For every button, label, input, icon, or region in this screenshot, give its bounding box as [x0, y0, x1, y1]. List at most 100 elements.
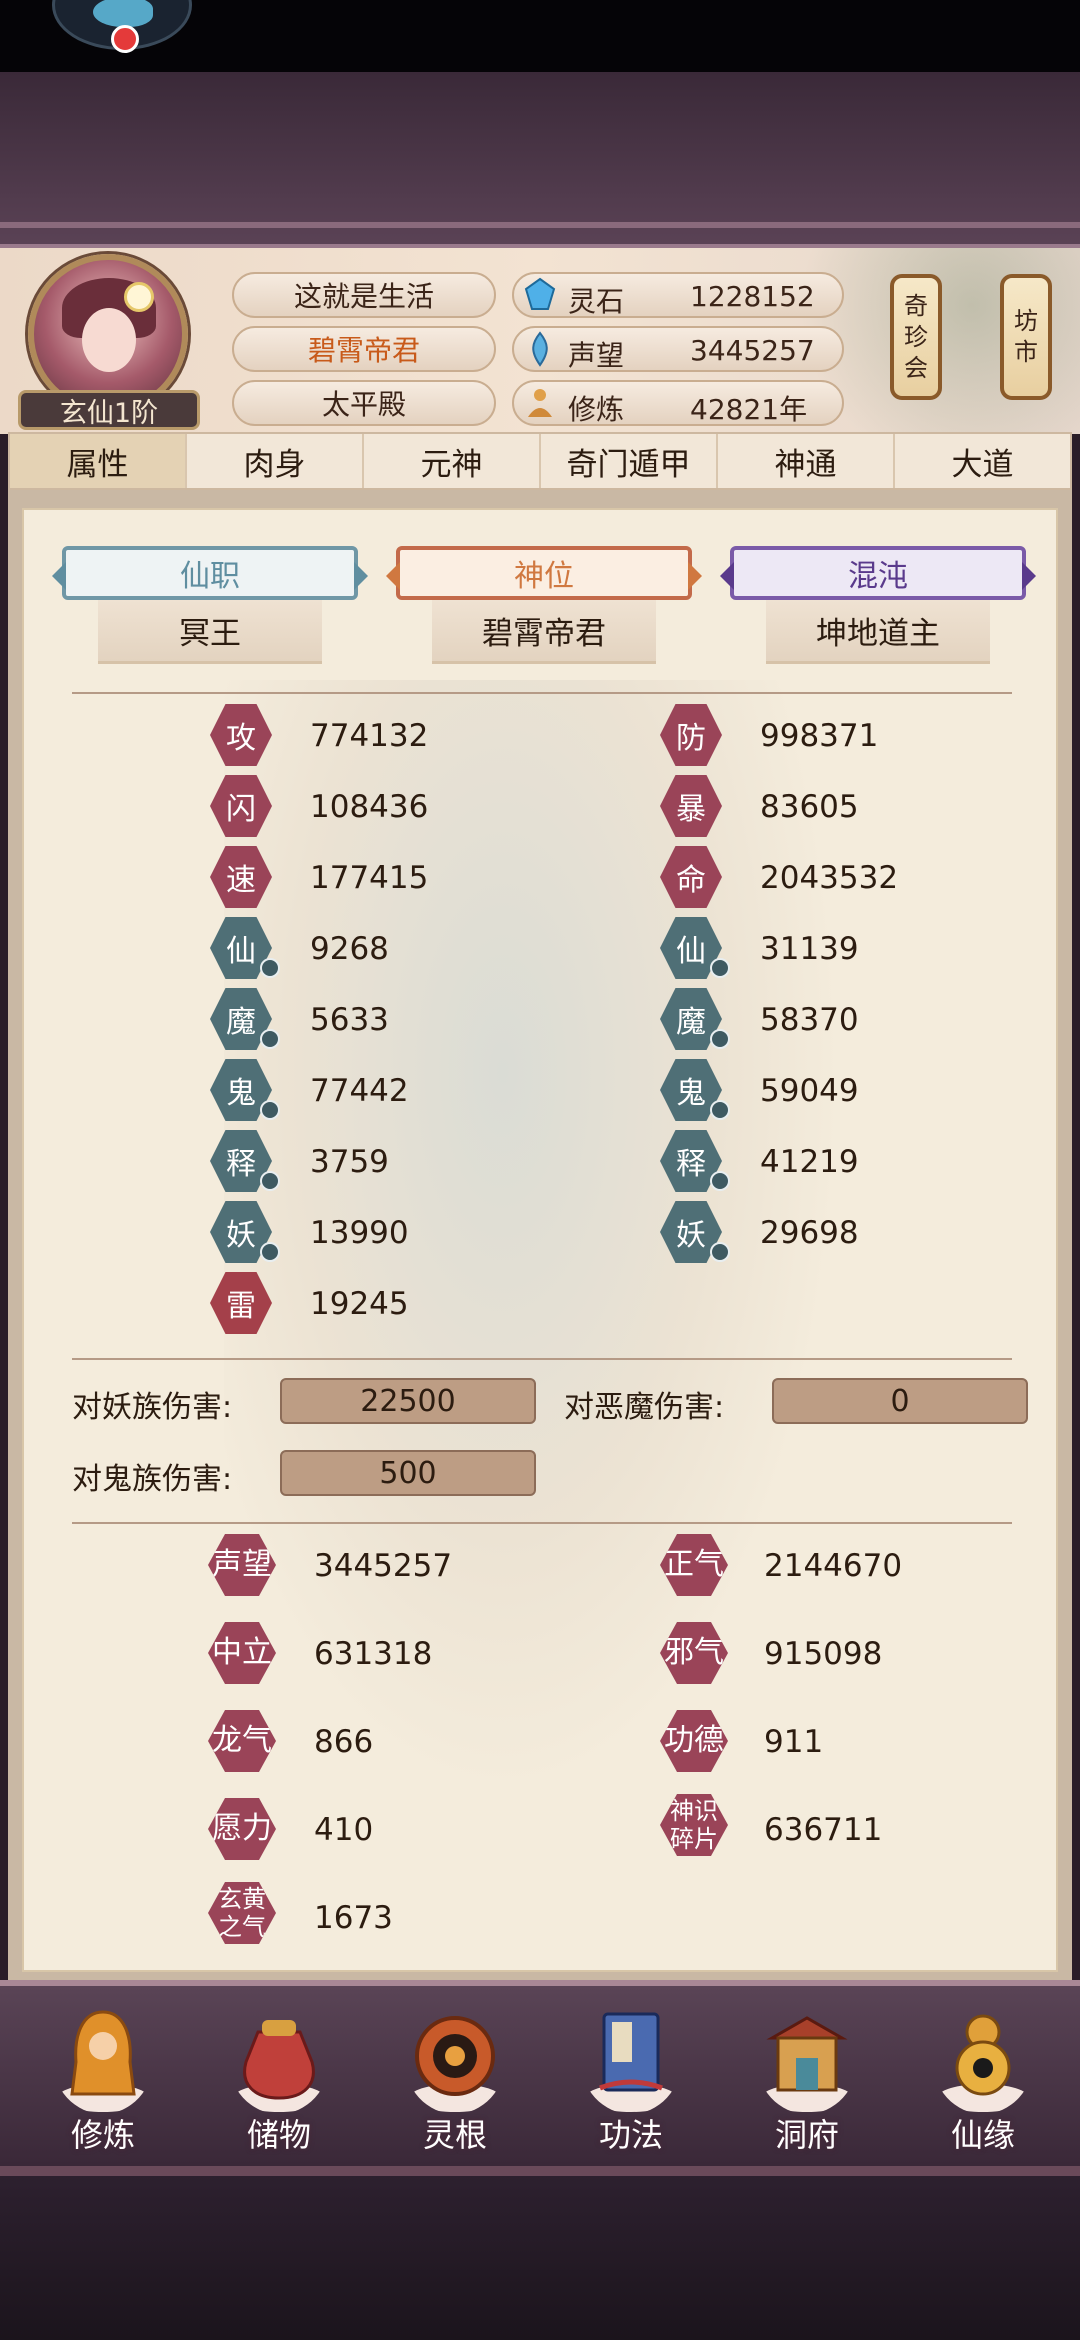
- stat-value: 2043532: [760, 860, 899, 896]
- side-button-char: 珍: [904, 322, 928, 351]
- nav-skills[interactable]: 功法: [566, 1996, 696, 2164]
- title-immortal-post[interactable]: 仙职 冥王: [52, 546, 368, 664]
- stat-value: 9268: [310, 931, 389, 967]
- shield-icon[interactable]: [710, 958, 730, 978]
- divider: [72, 692, 1012, 694]
- damage-label: 对妖族伤害:: [72, 1390, 233, 1425]
- nav-cultivate[interactable]: 修炼: [38, 1996, 168, 2164]
- nav-label: 洞府: [774, 2116, 839, 2154]
- stat-value: 41219: [760, 1144, 859, 1180]
- divider: [72, 1522, 1012, 1524]
- damage-value-box: 22500: [280, 1378, 536, 1424]
- stat-value: 59049: [760, 1073, 859, 1109]
- fish-icon: [93, 0, 153, 27]
- stat-value: 5633: [310, 1002, 389, 1038]
- title-banner: 仙职: [52, 546, 368, 600]
- misc-icon-line: 之气: [218, 1913, 266, 1941]
- divider: [72, 1358, 1012, 1360]
- stat-value: 58370: [760, 1002, 859, 1038]
- tab-body[interactable]: 肉身: [187, 434, 364, 488]
- stat-value: 3759: [310, 1144, 389, 1180]
- resource-cultivation: 修炼 42821年: [512, 380, 844, 426]
- stat-value: 774132: [310, 718, 429, 754]
- tab-qimen[interactable]: 奇门遁甲: [541, 434, 718, 488]
- title-divine-rank[interactable]: 神位 碧霄帝君: [386, 546, 702, 664]
- misc-value: 410: [314, 1812, 374, 1848]
- nav-storage[interactable]: 储物: [214, 1996, 344, 2164]
- stat-value: 108436: [310, 789, 429, 825]
- player-title: 碧霄帝君: [232, 326, 496, 372]
- misc-value: 911: [764, 1724, 824, 1760]
- book-icon: [585, 2012, 677, 2112]
- nav-label: 功法: [598, 2116, 663, 2154]
- attributes-panel: 仙职 冥王 神位 碧霄帝君 混沌 坤地道主 攻 774132 闪 108436 …: [8, 490, 1072, 1980]
- rank-badge: 玄仙1阶: [18, 390, 200, 430]
- shield-icon[interactable]: [710, 1171, 730, 1191]
- misc-value: 2144670: [764, 1548, 903, 1584]
- cave-icon: [761, 2016, 853, 2112]
- damage-label: 对鬼族伤害:: [72, 1462, 233, 1497]
- bag-icon: [233, 2020, 325, 2112]
- nav-label: 灵根: [422, 2116, 487, 2154]
- tab-attributes[interactable]: 属性: [10, 434, 187, 488]
- title-chaos[interactable]: 混沌 坤地道主: [720, 546, 1036, 664]
- misc-value: 866: [314, 1724, 374, 1760]
- gourd-icon: [937, 2014, 1029, 2112]
- nav-fate[interactable]: 仙缘: [918, 1996, 1048, 2164]
- resource-value: 42821年: [690, 393, 808, 426]
- stat-value: 31139: [760, 931, 859, 967]
- shield-icon[interactable]: [710, 1100, 730, 1120]
- shield-icon[interactable]: [710, 1029, 730, 1049]
- stat-value: 19245: [310, 1286, 409, 1322]
- floating-logo-icon[interactable]: [52, 0, 192, 53]
- market-button[interactable]: 坊 市: [1000, 274, 1052, 400]
- side-button-char: 会: [904, 353, 928, 382]
- misc-icon-line: 玄黄: [218, 1885, 266, 1913]
- nav-label: 储物: [246, 2116, 311, 2154]
- cultivation-icon: [528, 389, 552, 417]
- misc-value: 915098: [764, 1636, 883, 1672]
- title-banner: 神位: [386, 546, 702, 600]
- info-icon[interactable]: [260, 1171, 280, 1191]
- misc-icon-xuanhuang-qi: 玄黄 之气: [208, 1882, 276, 1944]
- info-icon[interactable]: [260, 1100, 280, 1120]
- resource-label: 声望: [568, 339, 625, 372]
- nav-spirit-root[interactable]: 灵根: [390, 1996, 520, 2164]
- bottom-decoration: [0, 2166, 1080, 2340]
- info-icon[interactable]: [260, 1242, 280, 1262]
- stat-value: 83605: [760, 789, 859, 825]
- tab-dao[interactable]: 大道: [895, 434, 1070, 488]
- title-value: 碧霄帝君: [432, 600, 656, 664]
- misc-icon-wish-power: 愿力: [208, 1798, 276, 1860]
- record-dot-icon: [111, 25, 139, 53]
- upper-decoration: [0, 72, 1080, 244]
- top-bar: [0, 0, 1080, 72]
- tab-powers[interactable]: 神通: [718, 434, 895, 488]
- spirit-stone-icon: [524, 277, 556, 310]
- player-name: 这就是生活: [232, 272, 496, 318]
- misc-value: 631318: [314, 1636, 433, 1672]
- misc-icon-line: 碎片: [670, 1825, 718, 1853]
- resource-value: 3445257: [690, 334, 815, 367]
- info-icon[interactable]: [260, 958, 280, 978]
- misc-value: 636711: [764, 1812, 883, 1848]
- treasure-fair-button[interactable]: 奇 珍 会: [890, 274, 942, 400]
- shield-icon[interactable]: [710, 1242, 730, 1262]
- info-icon[interactable]: [260, 1029, 280, 1049]
- attributes-panel-inner: 仙职 冥王 神位 碧霄帝君 混沌 坤地道主 攻 774132 闪 108436 …: [22, 508, 1058, 1972]
- player-palace: 太平殿: [232, 380, 496, 426]
- title-value: 冥王: [98, 600, 322, 664]
- misc-icon-soul-fragment: 神识 碎片: [660, 1794, 728, 1856]
- title-banner: 混沌: [720, 546, 1036, 600]
- stat-value: 177415: [310, 860, 429, 896]
- resource-value: 1228152: [690, 280, 815, 313]
- misc-value: 3445257: [314, 1548, 453, 1584]
- title-value: 坤地道主: [766, 600, 990, 664]
- damage-value-box: 0: [772, 1378, 1028, 1424]
- side-button-char: 市: [1014, 338, 1038, 366]
- character-header: 玄仙1阶 这就是生活 碧霄帝君 太平殿 灵石 1228152 声望 344525…: [0, 244, 1080, 438]
- nav-cave[interactable]: 洞府: [742, 1996, 872, 2164]
- stat-value: 998371: [760, 718, 879, 754]
- tab-spirit[interactable]: 元神: [364, 434, 541, 488]
- misc-icon-line: 神识: [670, 1797, 718, 1825]
